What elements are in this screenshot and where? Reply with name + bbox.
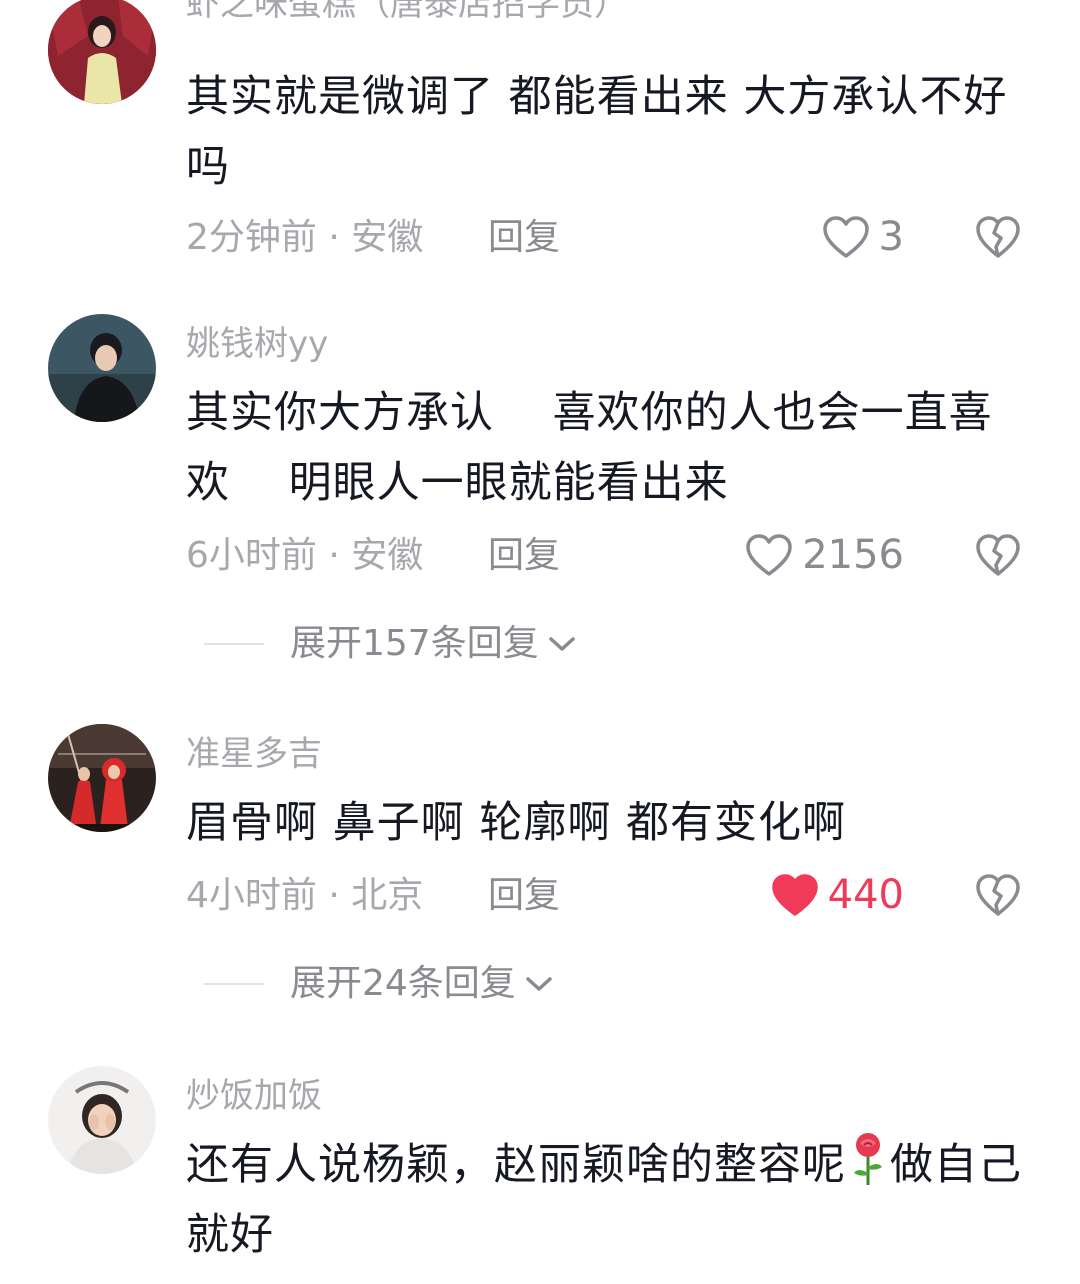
like-count: 2156	[802, 532, 904, 578]
expand-replies-button[interactable]: 展开24条回复	[204, 962, 554, 1006]
reply-button[interactable]: 回复	[488, 216, 560, 260]
like-button[interactable]: 440	[770, 872, 904, 918]
heart-outline-icon	[746, 534, 792, 576]
broken-heart-icon[interactable]	[974, 532, 1022, 578]
comment-location: 安徽	[351, 217, 424, 258]
like-count: 3	[878, 214, 904, 260]
comment-location: 北京	[351, 875, 424, 916]
broken-heart-icon[interactable]	[974, 872, 1022, 918]
comment-text: 眉骨啊 鼻子啊 轮廓啊 都有变化啊	[186, 798, 847, 848]
comment-username[interactable]: 准星多吉	[186, 734, 322, 774]
avatar[interactable]	[48, 1066, 156, 1174]
like-button[interactable]: 3	[821, 214, 904, 260]
meta-separator: ·	[316, 217, 352, 258]
comment-username[interactable]: 虾之味蛋糕（唐泰店招学员）	[186, 0, 628, 24]
heart-filled-icon	[771, 874, 818, 916]
chevron-down-icon	[526, 977, 552, 991]
heart-outline-icon	[822, 216, 869, 258]
comment-location: 安徽	[351, 535, 424, 576]
comment-username[interactable]: 姚钱树yy	[186, 324, 328, 364]
comment-username[interactable]: 炒饭加饭	[186, 1076, 322, 1116]
comment-meta: 6小时前 · 安徽	[186, 534, 423, 578]
comment-time: 4小时前	[186, 875, 317, 916]
comment-time: 2分钟前	[186, 217, 317, 258]
expand-replies-button[interactable]: 展开157条回复	[204, 622, 577, 666]
meta-separator: ·	[316, 535, 352, 576]
comment-text: 还有人说杨颖，赵丽颖啥的整容呢 做自己就好	[186, 1130, 1036, 1270]
comment-time: 6小时前	[186, 535, 317, 576]
comment-meta: 2分钟前 · 安徽	[186, 216, 423, 260]
reply-button[interactable]: 回复	[488, 534, 560, 578]
avatar[interactable]	[48, 724, 156, 832]
expand-replies-label: 展开24条回复	[290, 963, 516, 1004]
avatar[interactable]	[48, 0, 156, 104]
comment-text: 其实就是微调了 都能看出来 大方承认不好吗	[186, 72, 1008, 192]
comment-text-part: 还有人说杨颖，赵丽颖啥的整容呢	[186, 1140, 846, 1190]
broken-heart-icon[interactable]	[974, 214, 1022, 260]
meta-separator: ·	[316, 875, 352, 916]
reply-button[interactable]: 回复	[488, 874, 560, 918]
chevron-down-icon	[548, 637, 575, 651]
comment-meta: 4小时前 · 北京	[186, 874, 423, 918]
avatar[interactable]	[48, 314, 156, 422]
like-button[interactable]: 2156	[744, 532, 904, 578]
like-count: 440	[827, 872, 904, 918]
expand-replies-label: 展开157条回复	[290, 623, 539, 664]
divider-line	[204, 983, 264, 985]
rose-emoji	[854, 1133, 882, 1185]
divider-line	[204, 643, 264, 645]
comment-text: 其实你大方承认 喜欢你的人也会一直喜欢 明眼人一眼就能看出来	[186, 388, 993, 508]
